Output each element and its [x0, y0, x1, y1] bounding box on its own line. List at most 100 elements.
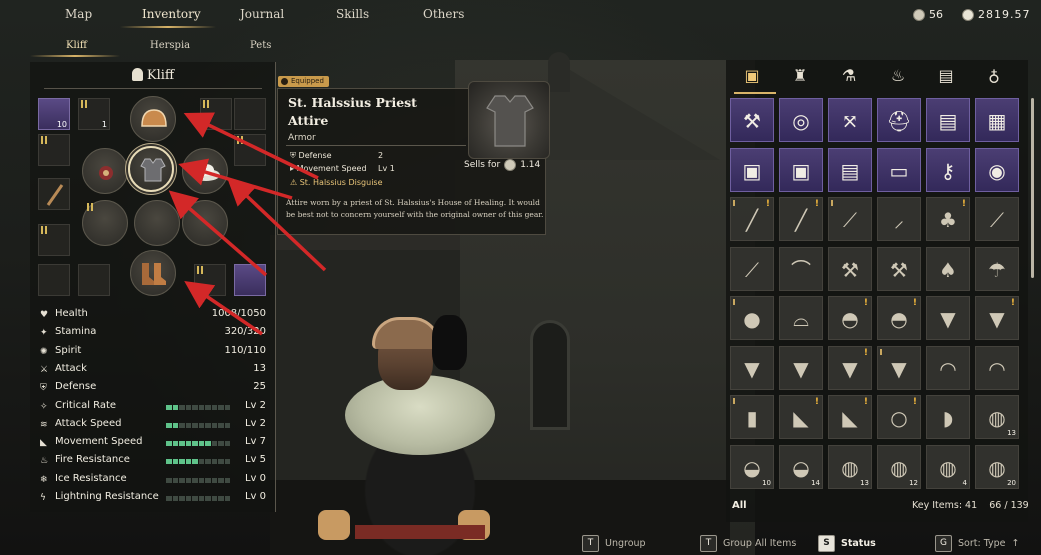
inventory-slot[interactable]: ╱! — [779, 197, 823, 241]
inventory-slot[interactable]: ◉ — [975, 147, 1019, 192]
ungroup-button[interactable]: T Ungroup — [582, 535, 646, 552]
cooking-pot-icon[interactable]: ♨ — [886, 64, 910, 88]
ring-slot-right[interactable] — [234, 134, 266, 166]
inventory-slot[interactable]: ⟋ — [828, 197, 872, 241]
inventory-slot[interactable]: ◍ 13 — [828, 444, 872, 489]
inventory-slot[interactable]: ⸝ — [877, 197, 921, 241]
inventory-slot[interactable]: ▮ — [730, 395, 774, 439]
inventory-slot[interactable]: ◍ 12 — [877, 444, 921, 489]
accessory-slot-1[interactable]: 10 — [38, 98, 70, 130]
inventory-slot[interactable]: ▼ — [877, 345, 921, 390]
stat-label: Ice Resistance — [55, 472, 127, 484]
inventory-slot[interactable]: ▤ — [828, 147, 872, 192]
inventory-slot[interactable]: ◎ — [779, 98, 823, 142]
inventory-slot[interactable]: ⚒ — [877, 246, 921, 291]
inventory-slot[interactable]: ◒ 10 — [730, 444, 774, 489]
inventory-slot[interactable]: ╱! — [730, 197, 774, 241]
inventory-slot[interactable]: ▼ — [730, 345, 774, 390]
inventory-slot[interactable]: ♣! — [926, 197, 970, 241]
hat-slot[interactable] — [182, 148, 228, 194]
inventory-slot[interactable]: ◠ — [975, 345, 1019, 390]
sort-button[interactable]: G Sort: Type ↑ — [935, 535, 1019, 552]
party-tab-pets[interactable]: Pets — [250, 40, 271, 51]
cloak-slot[interactable] — [134, 200, 180, 246]
inventory-slot[interactable]: ⌓ — [779, 296, 823, 340]
inventory-slot[interactable]: ◓! — [828, 296, 872, 340]
weapon-slot-left[interactable] — [82, 148, 128, 194]
tab-journal[interactable]: Journal — [240, 7, 284, 21]
inventory-slot[interactable]: ◣! — [828, 395, 872, 439]
tab-inventory[interactable]: Inventory — [142, 7, 201, 21]
inventory-slot[interactable]: ◗ — [926, 395, 970, 439]
group-all-items-button[interactable]: T Group All Items — [700, 535, 796, 552]
inventory-slot[interactable]: ◓! — [877, 296, 921, 340]
inventory-slot[interactable]: ▼ — [779, 345, 823, 390]
dagger-slot[interactable] — [38, 264, 70, 296]
inventory-slot[interactable]: ⚒ — [828, 246, 872, 291]
inventory-slot[interactable]: ▦ — [975, 98, 1019, 142]
boots-slot[interactable] — [130, 250, 176, 296]
inventory-slot[interactable]: ○! — [877, 395, 921, 439]
inventory-slot[interactable]: ⌒ — [779, 246, 823, 291]
helmet-slot[interactable] — [130, 96, 176, 142]
tab-others[interactable]: Others — [423, 7, 464, 21]
lantern-slot[interactable] — [194, 264, 226, 296]
inventory-slot[interactable]: ◣! — [779, 395, 823, 439]
ring-slot-top[interactable] — [234, 98, 266, 130]
party-tab-herspia[interactable]: Herspia — [150, 40, 190, 51]
stat-row: ≋ Attack Speed Lv 2 — [38, 418, 270, 434]
necklace-slot[interactable] — [38, 134, 70, 166]
inventory-slot[interactable]: ▼! — [828, 345, 872, 390]
potion-icon[interactable]: ⚗ — [837, 64, 861, 88]
bow-slot[interactable] — [38, 224, 70, 256]
armor-icon[interactable]: ♜ — [788, 64, 812, 88]
inventory-slot[interactable]: ▼ — [926, 296, 970, 340]
inventory-slot[interactable]: ⤧ — [828, 98, 872, 142]
filter-label[interactable]: All — [732, 500, 747, 511]
accessory-slot-2[interactable]: 1 — [78, 98, 110, 130]
scroll-icon[interactable]: ▤ — [934, 64, 958, 88]
item-quantity: 10 — [762, 478, 771, 487]
inventory-slot[interactable]: ♠ — [926, 246, 970, 291]
sack-icon[interactable]: ♁ — [982, 64, 1006, 88]
inventory-slot[interactable]: ▤ — [926, 98, 970, 142]
stat-value: 25 — [253, 381, 266, 393]
inventory-slot[interactable]: ⚷ — [926, 147, 970, 192]
pants-slot[interactable] — [182, 200, 228, 246]
tab-skills[interactable]: Skills — [336, 7, 369, 21]
inventory-slot[interactable]: ▼! — [975, 296, 1019, 340]
inventory-slot[interactable]: ⟋ — [730, 246, 774, 291]
inventory-slot[interactable]: ▣ — [779, 147, 823, 192]
inventory-slot[interactable]: ⚒ — [730, 98, 774, 142]
item-icon: ◉ — [988, 158, 1006, 183]
inventory-scrollbar[interactable] — [1031, 98, 1034, 278]
earring-slot[interactable] — [200, 98, 232, 130]
chest-armor-slot[interactable] — [128, 146, 174, 192]
church-spire — [548, 52, 570, 92]
inventory-slot[interactable]: ◒ 14 — [779, 444, 823, 489]
inventory-slot[interactable]: ⛑ — [877, 98, 921, 142]
inventory-slot[interactable]: ◍ 4 — [926, 444, 970, 489]
new-item-marker: ! — [1010, 298, 1015, 308]
status-button[interactable]: S Status — [818, 535, 876, 552]
gem-slot[interactable] — [234, 264, 266, 296]
inventory-slot[interactable]: ◍ 20 — [975, 444, 1019, 489]
slot-quantity: 1 — [101, 120, 107, 129]
grade-icon — [733, 299, 738, 305]
inventory-slot[interactable]: ☂ — [975, 246, 1019, 291]
tab-map[interactable]: Map — [65, 7, 92, 21]
inventory-slot[interactable]: ◠ — [926, 345, 970, 390]
sword-slot[interactable] — [38, 178, 70, 210]
stat-level-meter — [166, 441, 230, 447]
new-item-marker: ! — [814, 199, 819, 209]
inventory-slot[interactable]: ▣ — [730, 147, 774, 192]
inventory-slot[interactable]: ⟋ — [975, 197, 1019, 241]
inventory-slot[interactable]: ● — [730, 296, 774, 340]
party-tab-kliff[interactable]: Kliff — [66, 40, 87, 51]
item-icon: ▦ — [987, 109, 1007, 133]
shield-slot[interactable] — [78, 264, 110, 296]
inventory-slot[interactable]: ◍ 13 — [975, 395, 1019, 439]
inventory-slot[interactable]: ▭ — [877, 147, 921, 192]
gloves-slot[interactable] — [82, 200, 128, 246]
bag-icon[interactable]: ▣ — [740, 64, 764, 88]
